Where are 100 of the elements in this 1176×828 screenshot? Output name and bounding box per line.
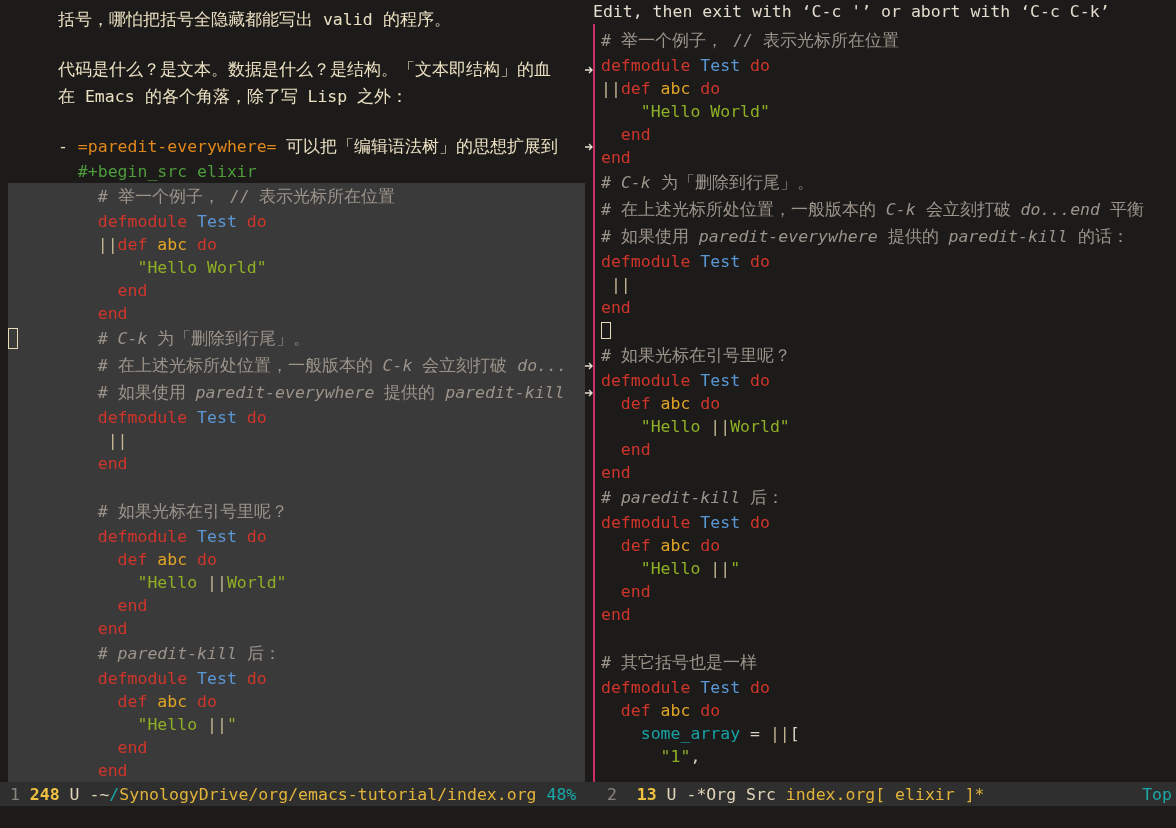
keyword: end xyxy=(601,298,631,317)
keyword: defmodule xyxy=(96,669,188,688)
continuation-arrow-icon xyxy=(585,141,593,152)
keyword: do xyxy=(196,550,217,569)
text-cursor xyxy=(601,322,611,339)
string-literal: "Hello xyxy=(639,417,702,436)
code-comment: # 在上述光标所处位置，一般版本的 C-k 会立刻打破 do...end 平衡 xyxy=(601,198,1144,221)
point-marker: || xyxy=(207,715,227,734)
buffer-name: index.org[ elixir ]* xyxy=(784,784,985,804)
module-name: Test xyxy=(699,371,741,390)
keyword: defmodule xyxy=(96,527,188,546)
function-name: abc xyxy=(659,79,691,98)
keyword: end xyxy=(601,605,631,624)
keyword: defmodule xyxy=(601,371,691,390)
function-name: abc xyxy=(659,701,691,720)
keyword: do xyxy=(245,408,267,427)
keyword: do xyxy=(699,79,721,98)
keyword: defmodule xyxy=(601,252,691,271)
code-comment: # 如果光标在引号里呢？ xyxy=(601,344,791,367)
keyword: end xyxy=(116,281,148,300)
point-marker: || xyxy=(106,431,128,450)
continuation-arrow-icon xyxy=(585,64,593,75)
code-comment: # 举一个例子， // 表示光标所在位置 xyxy=(96,185,396,208)
module-name: Test xyxy=(699,56,741,75)
keyword: def xyxy=(116,550,148,569)
module-name: Test xyxy=(699,513,741,532)
operator: = xyxy=(749,724,761,743)
keyword: do xyxy=(749,371,770,390)
module-name: Test xyxy=(196,527,237,546)
keyword: end xyxy=(96,304,128,323)
code-comment: # 在上述光标所处位置，一般版本的 C-k 会立刻打破 do... xyxy=(96,354,567,377)
point-marker: || xyxy=(769,724,790,743)
keyword: def xyxy=(619,536,651,555)
module-name: Test xyxy=(196,669,237,688)
keyword: def xyxy=(619,394,651,413)
keyword: end xyxy=(619,582,651,601)
keyword: do xyxy=(749,56,770,75)
code-comment: # C-k 为「删除到行尾」。 xyxy=(601,171,814,194)
keyword: defmodule xyxy=(601,678,691,697)
scroll-position: Top xyxy=(1142,784,1172,804)
continuation-arrow-icon xyxy=(585,387,593,398)
string-literal: World" xyxy=(730,417,790,436)
prose-text: 在 Emacs 的各个角落，除了写 Lisp 之外： xyxy=(58,85,409,108)
keyword: do xyxy=(245,212,267,231)
keyword: do xyxy=(749,513,770,532)
code-comment: # C-k 为「删除到行尾」。 xyxy=(96,327,311,350)
point-marker: || xyxy=(710,417,731,436)
keyword: end xyxy=(96,454,128,473)
function-name: abc xyxy=(659,536,691,555)
keyword: do xyxy=(196,235,217,254)
string-literal: " xyxy=(226,715,237,734)
function-name: abc xyxy=(156,692,188,711)
window-number: 2 xyxy=(607,784,617,804)
mode-line-indicator: 48% xyxy=(545,784,577,804)
string-literal: "Hello World" xyxy=(136,258,267,277)
code-comment: # 如果光标在引号里呢？ xyxy=(96,500,288,523)
keyword: do xyxy=(699,701,721,720)
keyword: defmodule xyxy=(96,212,188,231)
list-bullet: - xyxy=(58,137,68,156)
keyword: end xyxy=(619,125,651,144)
string-literal: " xyxy=(730,559,741,578)
keyword: do xyxy=(245,527,267,546)
prose-text: 括号，哪怕把括号全隐藏都能写出 valid 的程序。 xyxy=(58,8,451,31)
keyword: end xyxy=(96,619,128,638)
line-number: 13 xyxy=(635,784,657,804)
point-marker: || xyxy=(207,573,227,592)
keyword: end xyxy=(116,596,148,615)
module-name: Test xyxy=(699,252,741,271)
code-comment: # 举一个例子， // 表示光标所在位置 xyxy=(601,29,899,52)
keyword: defmodule xyxy=(96,408,188,427)
buffer-status: U -*Org Src xyxy=(665,784,776,804)
keyword: do xyxy=(699,394,721,413)
keyword: end xyxy=(601,148,631,167)
src-block-header: #+begin_src elixir xyxy=(76,162,257,181)
keyword: do xyxy=(749,252,770,271)
variable-name: some_array xyxy=(639,724,741,743)
keyword: do xyxy=(245,669,267,688)
string-literal: "Hello xyxy=(136,573,199,592)
string-literal: "Hello xyxy=(136,715,199,734)
function-name: abc xyxy=(156,235,188,254)
window-number: 1 xyxy=(10,784,20,804)
keyword: end xyxy=(116,738,148,757)
string-literal: World" xyxy=(226,573,287,592)
point-marker: || xyxy=(710,559,731,578)
function-name: abc xyxy=(659,394,691,413)
point-marker: || xyxy=(96,235,118,254)
header-line: Edit, then exit with ‘C-c '’ or abort with ‘C-c C-k’ xyxy=(593,1,1111,23)
string-literal: "Hello xyxy=(639,559,702,578)
keyword: def xyxy=(116,692,148,711)
point-marker: || xyxy=(609,275,631,294)
keyword: do xyxy=(196,692,217,711)
module-name: Test xyxy=(196,212,237,231)
code-comment: # 如果使用 paredit-everywhere 提供的 paredit-kill 的话： xyxy=(601,225,1129,248)
buffer-status: U -~ xyxy=(68,784,110,804)
buffer-name: SynologyDrive/org/emacs-tutorial/index.org xyxy=(119,784,537,804)
operator: [ xyxy=(789,724,800,743)
keyword: def xyxy=(619,701,651,720)
prose-text: 代码是什么？是文本。数据是什么？是结构。「文本即结构」的血 xyxy=(58,58,551,81)
function-name: abc xyxy=(156,550,188,569)
verbatim-text: =paredit-everywhere= xyxy=(76,137,277,156)
